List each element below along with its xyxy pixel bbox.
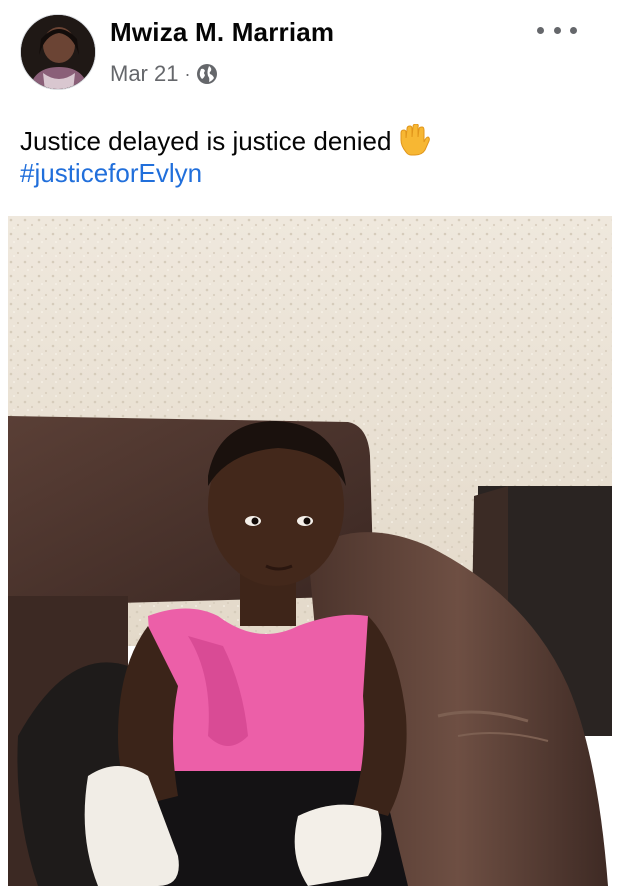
- meta-separator: ·: [184, 63, 191, 84]
- post-text: Justice delayed is justice denied: [20, 126, 392, 156]
- avatar-image: [21, 15, 95, 89]
- author-name[interactable]: Mwiza M. Marriam: [110, 17, 334, 48]
- hashtag-link[interactable]: #justiceforEvlyn: [20, 157, 610, 189]
- dot: [553, 26, 561, 34]
- globe-icon: [197, 64, 218, 84]
- dot: [570, 26, 577, 34]
- author-avatar[interactable]: [20, 14, 96, 90]
- more-options-icon[interactable]: [537, 18, 577, 42]
- post-date[interactable]: Mar 21: [110, 61, 178, 87]
- post-body: Justice delayed is justice denied #justi…: [20, 124, 610, 189]
- post-photo[interactable]: [8, 216, 612, 886]
- photo-content: [8, 216, 612, 886]
- post-meta: Mar 21 ·: [110, 60, 218, 88]
- post-header: Mwiza M. Marriam Mar 21 ·: [0, 0, 621, 105]
- raised-hand-emoji: [400, 124, 431, 156]
- dot: [537, 26, 544, 34]
